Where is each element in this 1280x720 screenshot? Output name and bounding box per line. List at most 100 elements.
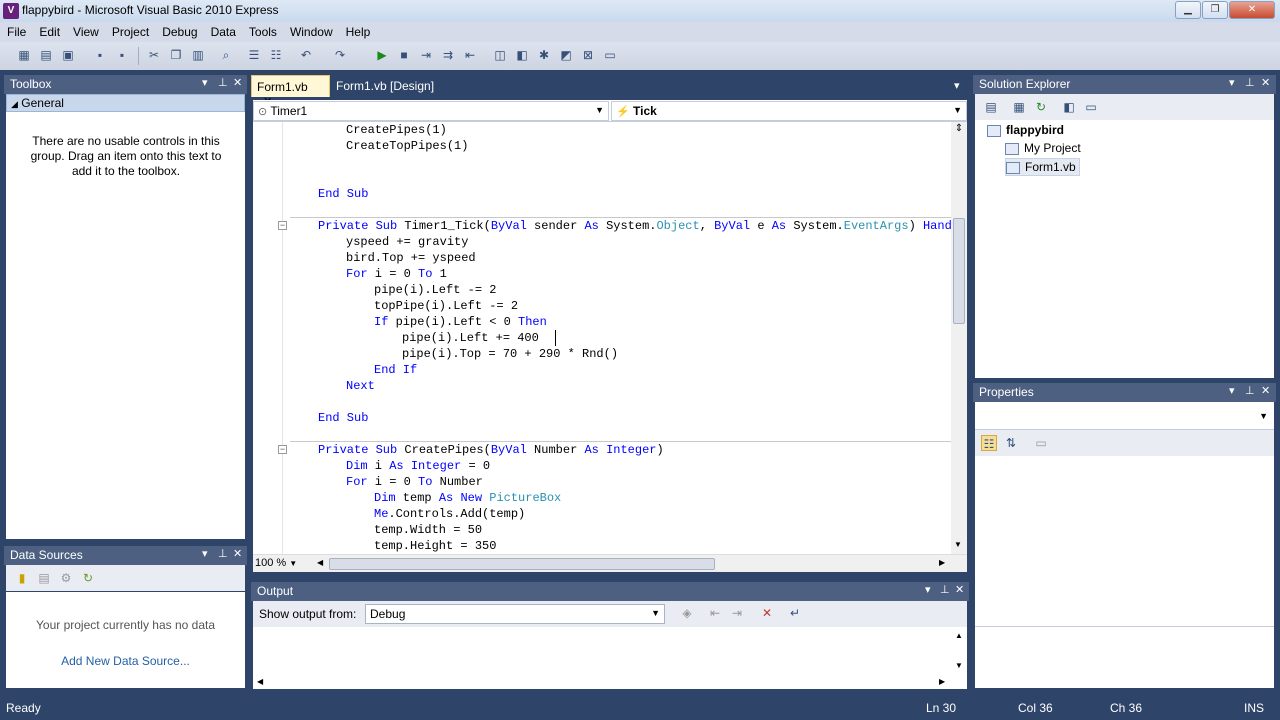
menu-help[interactable]: Help — [339, 22, 377, 42]
tree-item-project[interactable]: flappybird — [987, 123, 1064, 137]
tab-form1-code[interactable]: Form1.vb ✕ — [251, 75, 330, 108]
properties-window-icon[interactable]: ◧ — [514, 47, 530, 63]
find-message-icon[interactable]: ◈ — [679, 605, 695, 621]
code-line[interactable]: topPipe(i).Left -= 2 — [374, 298, 518, 314]
scroll-right-icon[interactable]: ▶ — [939, 558, 945, 567]
add-data-source-icon[interactable]: ▮ — [14, 570, 30, 586]
save-icon[interactable]: ▪ — [92, 47, 108, 63]
cut-icon[interactable]: ✂ — [146, 47, 162, 63]
previous-message-icon[interactable]: ⇤ — [707, 605, 723, 621]
refresh-icon[interactable]: ↻ — [80, 570, 96, 586]
uncomment-icon[interactable]: ☷ — [268, 47, 284, 63]
add-item-icon[interactable]: ▣ — [60, 47, 76, 63]
code-line[interactable]: Dim i As Integer = 0 — [346, 458, 490, 474]
menu-file[interactable]: File — [0, 22, 32, 42]
properties-dropdown-icon[interactable]: ▾ — [1229, 384, 1235, 397]
word-wrap-icon[interactable]: ↵ — [787, 605, 803, 621]
edit-dataset-icon[interactable]: ▤ — [36, 570, 52, 586]
vertical-scroll-thumb[interactable] — [953, 218, 965, 324]
output-pin-icon[interactable]: ⊥ — [940, 583, 950, 596]
menu-debug[interactable]: Debug — [155, 22, 203, 42]
split-handle-icon[interactable]: ⇕ — [952, 123, 966, 137]
start-debugging-icon[interactable]: ▶ — [374, 47, 390, 63]
code-line[interactable]: For i = 0 To Number — [346, 474, 483, 490]
fold-collapse-icon[interactable]: − — [278, 221, 287, 230]
code-line[interactable]: End Sub — [318, 186, 368, 202]
code-line[interactable]: pipe(i).Top = 70 + 290 * Rnd() — [402, 346, 618, 362]
code-line[interactable]: yspeed += gravity — [346, 234, 468, 250]
solution-explorer-pin-icon[interactable]: ⊥ — [1245, 76, 1255, 89]
menu-data[interactable]: Data — [204, 22, 242, 42]
properties-object-select[interactable]: ▼ — [975, 402, 1274, 430]
code-line[interactable]: pipe(i).Left -= 2 — [374, 282, 496, 298]
configure-dataset-icon[interactable]: ⚙ — [58, 570, 74, 586]
code-area[interactable]: CreatePipes(1) CreateTopPipes(1) End Sub Pr… — [290, 122, 953, 554]
output-close-icon[interactable]: ✕ — [955, 583, 964, 596]
scroll-down-icon[interactable]: ▼ — [955, 661, 963, 670]
output-source-select[interactable]: Debug ▼ — [365, 604, 665, 624]
new-project-icon[interactable]: ▦ — [16, 47, 32, 63]
code-line[interactable]: For i = 0 To 1 — [346, 266, 447, 282]
view-designer-icon[interactable]: ▭ — [1083, 99, 1099, 115]
code-line[interactable]: Private Sub CreatePipes(ByVal Number As … — [318, 442, 664, 458]
toolbox-dropdown-icon[interactable]: ▾ — [202, 76, 208, 89]
fold-collapse-icon[interactable]: − — [278, 445, 287, 454]
step-over-icon[interactable]: ⇉ — [440, 47, 456, 63]
code-line[interactable]: CreatePipes(1) — [346, 122, 447, 138]
scroll-right-icon[interactable]: ▶ — [939, 677, 945, 686]
data-sources-pin-icon[interactable]: ⊥ — [218, 547, 228, 560]
find-icon[interactable]: ⌕ — [218, 47, 234, 63]
object-browser-icon[interactable]: ◩ — [558, 47, 574, 63]
code-line[interactable]: Me.Controls.Add(temp) — [374, 506, 525, 522]
undo-icon[interactable]: ↶ — [298, 47, 314, 63]
properties-close-icon[interactable]: ✕ — [1261, 384, 1270, 397]
menu-edit[interactable]: Edit — [32, 22, 66, 42]
next-message-icon[interactable]: ⇥ — [729, 605, 745, 621]
code-line[interactable]: temp.Height = 350 — [374, 538, 496, 554]
code-line[interactable]: CreateTopPipes(1) — [346, 138, 468, 154]
code-line[interactable]: If pipe(i).Left < 0 Then — [374, 314, 547, 330]
comment-icon[interactable]: ☰ — [246, 47, 262, 63]
code-line[interactable]: Next — [346, 378, 375, 394]
tree-item-form1[interactable]: Form1.vb — [1005, 158, 1080, 176]
save-all-icon[interactable]: ▪ — [114, 47, 130, 63]
tree-item-my-project[interactable]: My Project — [1005, 141, 1081, 155]
property-pages-icon[interactable]: ▭ — [1033, 435, 1049, 451]
minimize-button[interactable]: ▁ — [1175, 1, 1201, 19]
code-editor[interactable]: − − CreatePipes(1) CreateTopPipes(1) End S… — [253, 122, 967, 572]
scroll-down-icon[interactable]: ▼ — [954, 540, 962, 549]
class-name-combo[interactable]: ⊙ Timer1 ▼ — [253, 101, 609, 121]
vertical-scrollbar[interactable]: ⇕ ▼ — [951, 122, 967, 554]
toolbox-close-icon[interactable]: ✕ — [233, 76, 242, 89]
horizontal-scroll-thumb[interactable] — [329, 558, 715, 570]
menu-window[interactable]: Window — [283, 22, 339, 42]
toolbox-group-general[interactable]: ◢ General — [6, 94, 245, 112]
open-file-icon[interactable]: ▤ — [38, 47, 54, 63]
redo-icon[interactable]: ↷ — [332, 47, 348, 63]
menu-project[interactable]: Project — [105, 22, 155, 42]
solution-explorer-icon[interactable]: ◫ — [492, 47, 508, 63]
code-line[interactable]: bird.Top += yspeed — [346, 250, 476, 266]
solution-explorer-dropdown-icon[interactable]: ▾ — [1229, 76, 1235, 89]
code-line[interactable]: Private Sub Timer1_Tick(ByVal sender As … — [318, 218, 953, 234]
solution-explorer-close-icon[interactable]: ✕ — [1261, 76, 1270, 89]
menu-tools[interactable]: Tools — [242, 22, 283, 42]
maximize-button[interactable]: ❐ — [1202, 1, 1228, 19]
data-sources-close-icon[interactable]: ✕ — [233, 547, 242, 560]
scroll-up-icon[interactable]: ▲ — [955, 631, 963, 640]
code-line[interactable]: pipe(i).Left += 400 — [402, 330, 539, 346]
toolbox-pin-icon[interactable]: ⊥ — [218, 76, 228, 89]
output-window-icon[interactable]: ▭ — [602, 47, 618, 63]
output-dropdown-icon[interactable]: ▾ — [925, 583, 931, 596]
paste-icon[interactable]: ▥ — [190, 47, 206, 63]
method-name-combo[interactable]: ⚡ Tick ▼ — [611, 101, 967, 121]
close-button[interactable]: ✕ — [1229, 1, 1275, 19]
stop-icon[interactable]: ■ — [396, 47, 412, 63]
menu-view[interactable]: View — [66, 22, 105, 42]
step-out-icon[interactable]: ⇤ — [462, 47, 478, 63]
alphabetical-icon[interactable]: ⇅ — [1003, 435, 1019, 451]
scroll-left-icon[interactable]: ◀ — [317, 558, 323, 567]
code-line[interactable]: Dim temp As New PictureBox — [374, 490, 561, 506]
error-list-icon[interactable]: ⊠ — [580, 47, 596, 63]
code-line[interactable]: End Sub — [318, 410, 368, 426]
